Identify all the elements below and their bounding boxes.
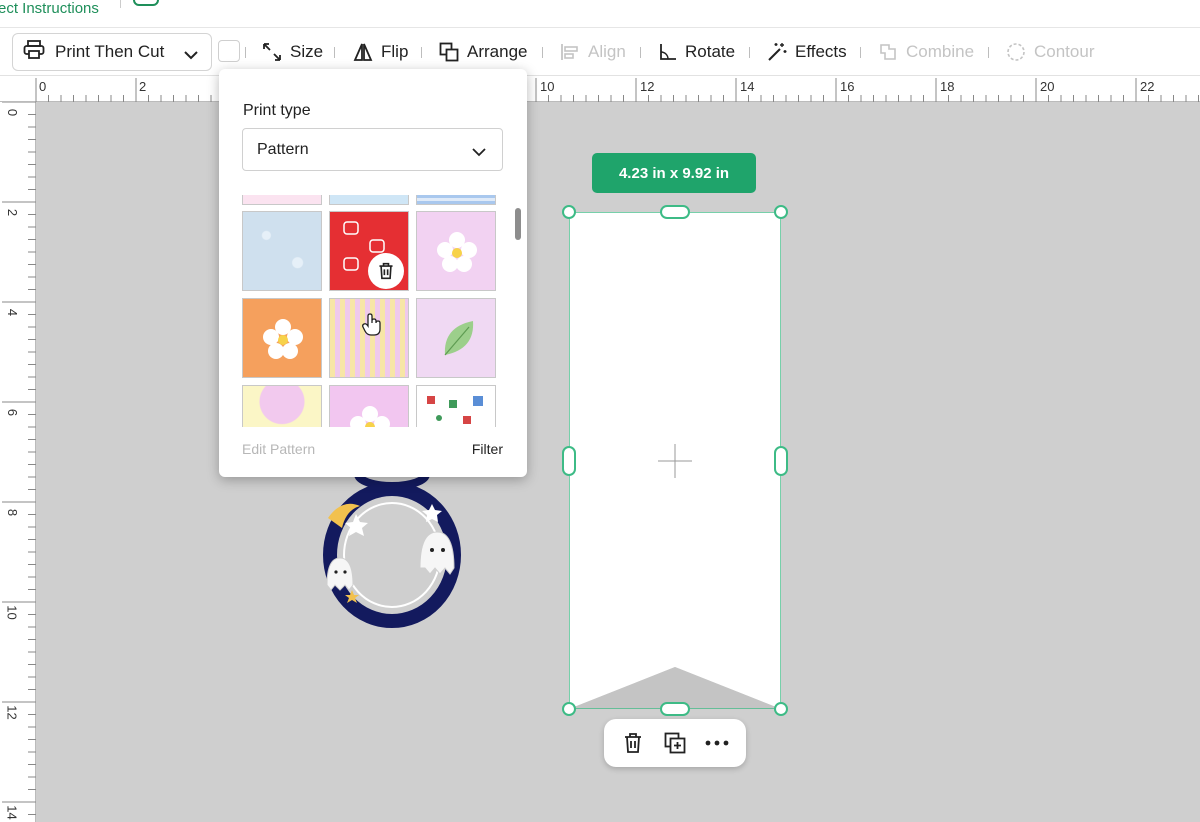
ruler-label: 18 — [940, 79, 955, 94]
ruler-label: 12 — [4, 705, 20, 720]
ruler-label: 8 — [5, 508, 21, 517]
panel-scrollbar[interactable] — [515, 208, 521, 240]
ruler-label: 6 — [5, 408, 21, 417]
vertical-ruler: 0 2 4 6 8 10 12 14 — [0, 102, 36, 822]
delete-pattern-button[interactable] — [368, 253, 404, 289]
top-strip: ect Instructions — [0, 0, 1200, 28]
resize-arrows-icon — [262, 42, 282, 62]
pattern-tile[interactable] — [329, 195, 409, 205]
combine-button[interactable]: Combine — [878, 28, 974, 76]
print-then-cut-button[interactable]: Print Then Cut — [12, 33, 212, 71]
gift-motif — [427, 396, 483, 424]
rotate-label: Rotate — [685, 42, 736, 61]
print-type-value: Pattern — [257, 140, 309, 158]
combine-label: Combine — [906, 42, 975, 61]
arrange-label: Arrange — [467, 42, 528, 61]
flower-motif — [437, 232, 477, 272]
divider — [542, 47, 543, 58]
arrange-icon — [439, 42, 459, 62]
divider — [120, 0, 121, 8]
flip-icon — [353, 42, 373, 62]
ruler-label: 10 — [4, 605, 20, 620]
pattern-tile-selected[interactable] — [329, 211, 409, 291]
effects-button[interactable]: Effects — [767, 28, 847, 76]
ruler-label: 22 — [1140, 79, 1155, 94]
selection-action-bar — [604, 719, 746, 767]
more-dots-icon — [705, 740, 729, 746]
selection-handles[interactable] — [556, 200, 794, 721]
edit-pattern-button[interactable]: Edit Pattern — [242, 441, 315, 457]
chevron-down-icon — [183, 46, 199, 66]
combine-icon — [878, 42, 898, 62]
divider — [860, 47, 861, 58]
divider — [640, 47, 641, 58]
effects-label: Effects — [795, 42, 847, 61]
pattern-tile[interactable] — [416, 385, 496, 427]
pattern-tile[interactable] — [416, 195, 496, 205]
instructions-link[interactable]: ect Instructions — [0, 0, 99, 18]
ruler-label: 12 — [640, 79, 655, 94]
print-type-select[interactable]: Pattern — [242, 128, 503, 171]
edit-toolbar: Print Then Cut Size Flip Arrange Align R… — [0, 28, 1200, 76]
more-options-button[interactable] — [701, 727, 733, 759]
filter-button[interactable]: Filter — [472, 441, 503, 457]
ruler-label: 20 — [1040, 79, 1055, 94]
ruler-label: 10 — [540, 79, 555, 94]
leaf-motif — [444, 321, 474, 356]
pattern-tile[interactable] — [242, 298, 322, 378]
ruler-ticks — [35, 78, 1199, 102]
panel-title: Print type — [243, 102, 311, 119]
color-swatch[interactable] — [218, 40, 240, 62]
pattern-tile[interactable] — [416, 211, 496, 291]
pattern-tile[interactable] — [416, 298, 496, 378]
pattern-grid — [242, 195, 504, 427]
partial-button[interactable] — [133, 0, 159, 6]
ruler-label: 0 — [39, 79, 47, 94]
flower-motif — [263, 319, 303, 359]
chevron-down-icon — [472, 144, 486, 162]
flip-label: Flip — [381, 42, 409, 61]
trash-icon — [625, 733, 641, 753]
align-label: Align — [588, 42, 626, 61]
hand-cursor-icon — [362, 313, 381, 336]
pattern-tile[interactable] — [242, 211, 322, 291]
pattern-tile[interactable] — [242, 195, 322, 205]
printer-icon — [23, 39, 45, 65]
divider — [334, 47, 335, 58]
divider — [749, 47, 750, 58]
trash-icon — [379, 262, 393, 280]
contour-icon — [1006, 42, 1026, 62]
ruler-label: 2 — [5, 208, 21, 217]
rotate-button[interactable]: Rotate — [659, 28, 735, 76]
pattern-tile[interactable] — [329, 298, 409, 378]
dimension-badge: 4.23 in x 9.92 in — [592, 153, 756, 193]
pattern-tile[interactable] — [329, 385, 409, 427]
ruler-label: 14 — [4, 805, 20, 820]
duplicate-icon — [664, 732, 686, 754]
align-icon — [560, 42, 580, 62]
delete-button[interactable] — [617, 727, 649, 759]
divider — [988, 47, 989, 58]
print-mode-label: Print Then Cut — [55, 42, 165, 61]
duplicate-button[interactable] — [659, 727, 691, 759]
align-button[interactable]: Align — [560, 28, 626, 76]
magic-wand-icon — [767, 42, 787, 62]
size-label: Size — [290, 42, 324, 61]
divider — [245, 47, 246, 58]
divider — [421, 47, 422, 58]
ruler-label: 2 — [139, 79, 147, 94]
flower-motif — [350, 406, 390, 427]
ruler-label: 4 — [5, 308, 21, 317]
horizontal-ruler: 0 2 10 12 14 16 18 20 22 — [0, 76, 1200, 102]
contour-label: Contour — [1034, 42, 1095, 61]
ruler-label: 14 — [740, 79, 755, 94]
pattern-tile[interactable] — [242, 385, 322, 427]
ruler-label: 16 — [840, 79, 855, 94]
contour-button[interactable]: Contour — [1006, 28, 1094, 76]
rotate-angle-icon — [659, 43, 677, 61]
ruler-label: 0 — [5, 108, 21, 117]
print-type-panel: Print type Pattern Edit Pattern Filter — [219, 69, 527, 477]
